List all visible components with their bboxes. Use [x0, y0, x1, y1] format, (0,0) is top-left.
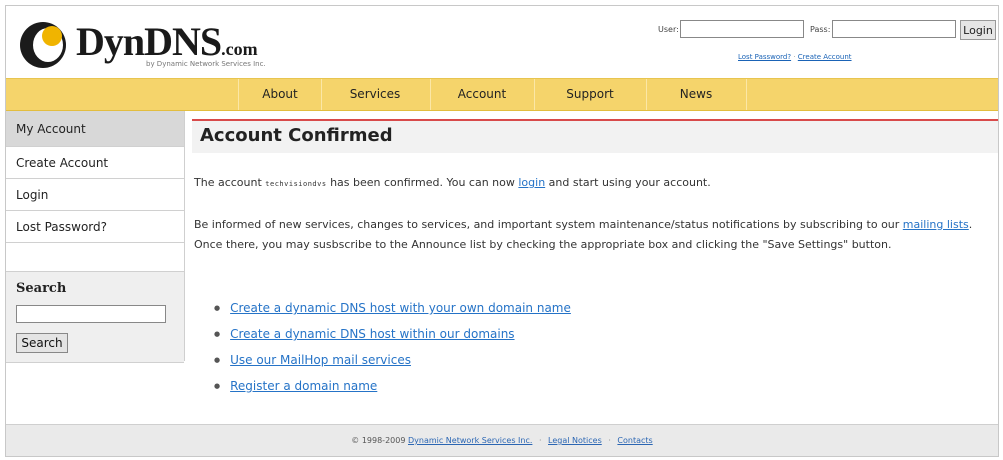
username-input[interactable] [680, 20, 804, 38]
mailing-lists-link[interactable]: mailing lists [903, 218, 969, 231]
password-input[interactable] [832, 20, 956, 38]
lost-password-link[interactable]: Lost Password? [738, 53, 791, 61]
create-account-link[interactable]: Create Account [798, 53, 852, 61]
list-item: Create a dynamic DNS host within our dom… [214, 322, 571, 348]
sidebar-item-lost-password[interactable]: Lost Password? [6, 211, 184, 243]
login-button[interactable]: Login [960, 20, 996, 40]
login-link[interactable]: login [518, 176, 545, 189]
list-item: Use our MailHop mail services [214, 348, 571, 374]
nav-about[interactable]: About [238, 79, 322, 110]
sidebar: My Account Create Account Login Lost Pas… [6, 111, 185, 363]
search-input[interactable] [16, 305, 166, 323]
page-frame: DynDNS.com by Dynamic Network Services I… [5, 5, 999, 457]
sidebar-item-my-account[interactable]: My Account [6, 111, 184, 147]
header: DynDNS.com by Dynamic Network Services I… [6, 6, 998, 78]
copyright: © 1998-2009 [351, 436, 406, 445]
mailing-list-text: Be informed of new services, changes to … [194, 218, 973, 251]
title-bar: Account Confirmed [192, 119, 998, 153]
confirmation-text: The account techvisiondvs has been confi… [194, 176, 711, 189]
login-links: Lost Password? · Create Account [738, 53, 852, 61]
sidebar-item-create-account[interactable]: Create Account [6, 147, 184, 179]
register-domain-link[interactable]: Register a domain name [230, 379, 377, 393]
logo-mark-icon [20, 22, 66, 68]
nav-support[interactable]: Support [534, 79, 647, 110]
footer: © 1998-2009 Dynamic Network Services Inc… [6, 424, 998, 456]
dyndns-domain-host-link[interactable]: Create a dynamic DNS host within our dom… [230, 327, 514, 341]
search-title: Search [16, 281, 67, 296]
main-nav: About Services Account Support News [6, 78, 998, 111]
action-links-list: Create a dynamic DNS host with your own … [214, 296, 571, 400]
search-button[interactable]: Search [16, 333, 68, 353]
login-box: User: Pass: Login Lost Password? · Creat… [634, 14, 996, 69]
search-panel: Search Search [6, 271, 184, 363]
logo-tagline: by Dynamic Network Services Inc. [146, 60, 266, 68]
main-content: Account Confirmed The account techvision… [186, 111, 998, 421]
account-username: techvisiondvs [265, 180, 327, 188]
sidebar-item-login[interactable]: Login [6, 179, 184, 211]
legal-notices-link[interactable]: Legal Notices [548, 436, 602, 445]
user-label: User: [658, 25, 679, 34]
login-links-separator: · [793, 53, 796, 61]
list-item: Create a dynamic DNS host with your own … [214, 296, 571, 322]
list-item: Register a domain name [214, 374, 571, 400]
page-title: Account Confirmed [200, 125, 393, 146]
nav-news[interactable]: News [646, 79, 747, 110]
mailhop-link[interactable]: Use our MailHop mail services [230, 353, 411, 367]
footer-separator: · [538, 436, 542, 445]
nav-services[interactable]: Services [320, 79, 431, 110]
company-link[interactable]: Dynamic Network Services Inc. [408, 436, 532, 445]
pass-label: Pass: [810, 25, 831, 34]
contacts-link[interactable]: Contacts [617, 436, 652, 445]
custom-domain-host-link[interactable]: Create a dynamic DNS host with your own … [230, 301, 571, 315]
nav-account[interactable]: Account [430, 79, 535, 110]
footer-separator: · [608, 436, 611, 445]
